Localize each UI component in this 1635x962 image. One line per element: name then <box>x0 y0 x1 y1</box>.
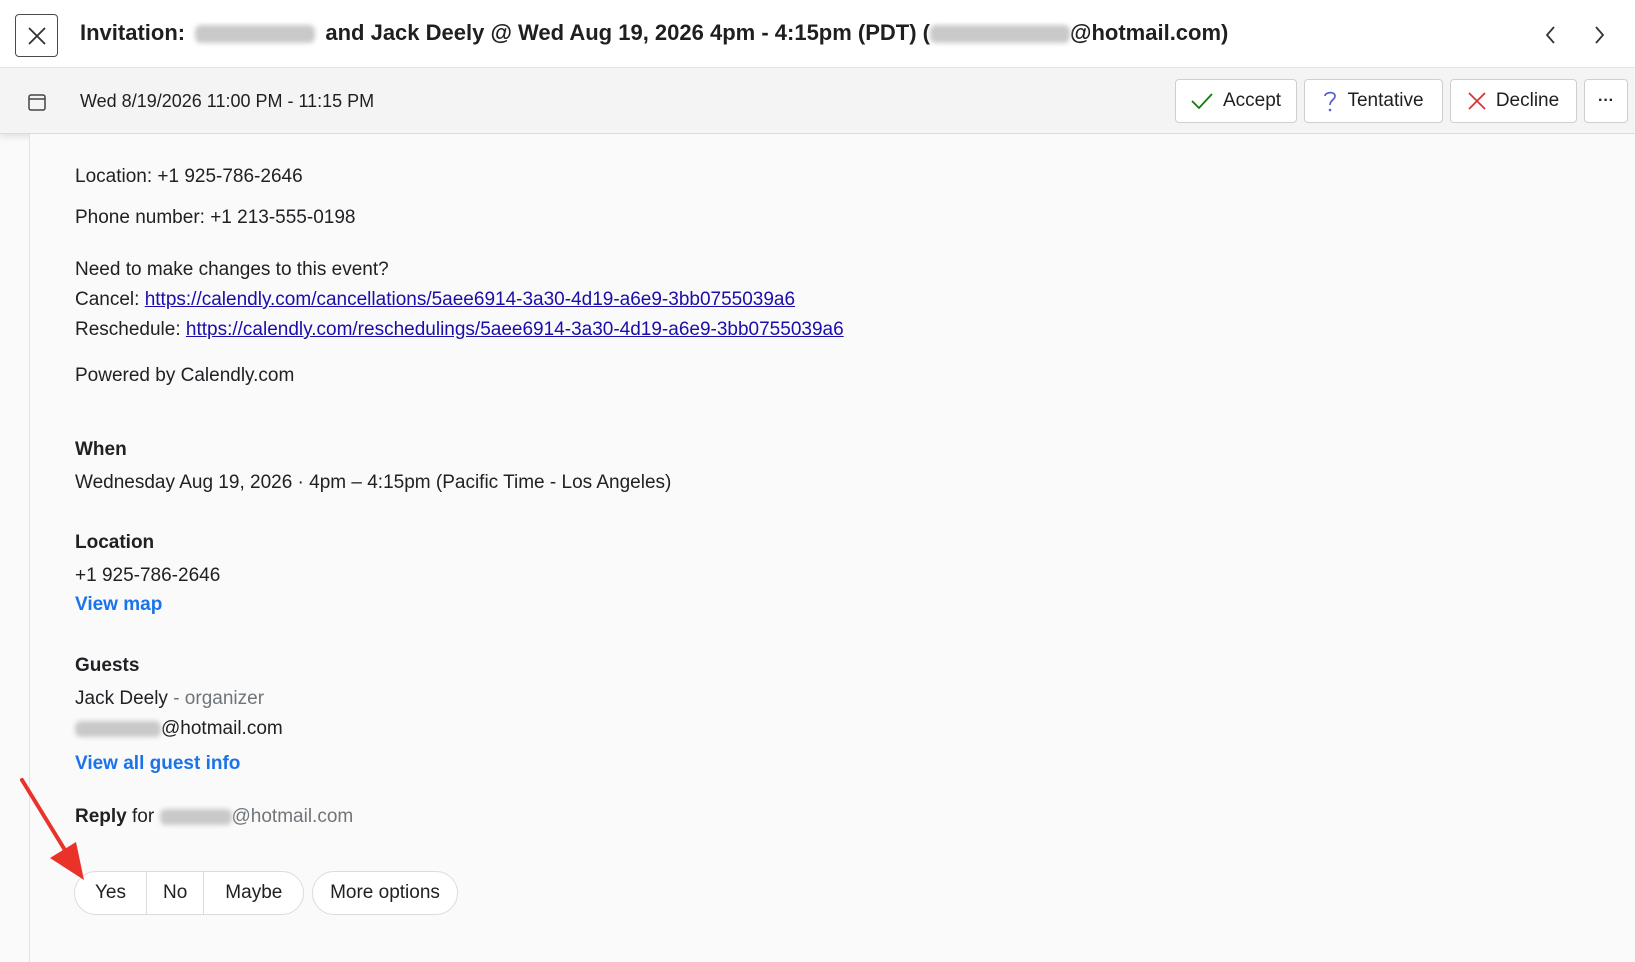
title-bar: Invitation: and Jack Deely @ Wed Aug 19,… <box>0 0 1635 68</box>
title-suffix: @hotmail.com) <box>1070 20 1229 45</box>
event-bar: Wed 8/19/2026 11:00 PM - 11:15 PM Accept… <box>0 68 1635 134</box>
chevron-right-icon <box>1595 26 1605 44</box>
view-map-link[interactable]: View map <box>75 594 162 616</box>
reschedule-link[interactable]: https://calendly.com/reschedulings/5aee6… <box>186 319 844 340</box>
next-button[interactable] <box>1584 20 1614 50</box>
decline-label: Decline <box>1495 90 1560 111</box>
cancel-label: Cancel: <box>75 289 140 310</box>
message-body: Location: +1 925-786-2646 Phone number: … <box>29 134 1635 962</box>
event-time: Wed 8/19/2026 11:00 PM - 11:15 PM <box>80 91 375 111</box>
accept-button[interactable]: Accept <box>1175 79 1297 123</box>
location-heading: Location <box>75 532 155 553</box>
location-value: +1 925-786-2646 <box>75 565 221 586</box>
reply-yes-button[interactable]: Yes <box>75 872 147 914</box>
redacted-name <box>195 25 316 44</box>
changes-question: Need to make changes to this event? <box>75 259 389 280</box>
organizer-name: Jack Deely <box>75 688 168 709</box>
reply-label: Reply <box>75 806 127 827</box>
checkmark-icon <box>1191 93 1213 110</box>
previous-button[interactable] <box>1536 20 1566 50</box>
redacted-email <box>930 25 1071 44</box>
phone-line: Phone number: +1 213-555-0198 <box>75 207 356 228</box>
x-icon <box>1468 92 1486 110</box>
reply-for: for <box>132 806 155 827</box>
when-heading: When <box>75 439 127 460</box>
title-middle: and Jack Deely @ Wed Aug 19, 2026 4pm - … <box>325 20 931 45</box>
view-all-guest-info-link[interactable]: View all guest info <box>75 753 240 775</box>
redacted-guest-email <box>75 720 161 737</box>
invitation-title: Invitation: and Jack Deely @ Wed Aug 19,… <box>80 20 1228 46</box>
location-line: Location: +1 925-786-2646 <box>75 166 303 187</box>
calendar-icon <box>28 94 46 111</box>
reply-no-button[interactable]: No <box>147 872 205 914</box>
reply-maybe-button[interactable]: Maybe <box>204 872 303 914</box>
cancel-link[interactable]: https://calendly.com/cancellations/5aee6… <box>145 289 795 310</box>
guest-email-suffix: @hotmail.com <box>161 718 283 739</box>
close-button[interactable] <box>15 14 58 57</box>
organizer-role: - organizer <box>173 688 265 709</box>
reschedule-line: Reschedule: https://calendly.com/resched… <box>75 319 844 341</box>
more-actions-button[interactable]: ··· <box>1584 79 1628 123</box>
tentative-button[interactable]: Tentative <box>1304 79 1443 123</box>
more-icon: ··· <box>1598 92 1614 109</box>
close-icon <box>27 26 46 45</box>
cancel-line: Cancel: https://calendly.com/cancellatio… <box>75 289 795 311</box>
decline-button[interactable]: Decline <box>1450 79 1577 123</box>
reply-button-group: Yes No Maybe <box>74 871 305 915</box>
redacted-reply-email <box>159 808 232 825</box>
reschedule-label: Reschedule: <box>75 319 181 340</box>
more-options-button[interactable]: More options <box>312 871 458 915</box>
question-icon <box>1324 91 1337 112</box>
chevron-left-icon <box>1545 26 1555 44</box>
guest-email-line: @hotmail.com <box>75 718 283 740</box>
organizer-line: Jack Deely - organizer <box>75 688 264 710</box>
powered-by: Powered by Calendly.com <box>75 365 295 386</box>
tentative-label: Tentative <box>1347 90 1424 111</box>
guests-heading: Guests <box>75 655 140 676</box>
accept-label: Accept <box>1222 90 1282 111</box>
reply-line: Reply for @hotmail.com <box>75 806 353 828</box>
when-value: Wednesday Aug 19, 2026 · 4pm – 4:15pm (P… <box>75 472 672 493</box>
reply-email-suffix: @hotmail.com <box>231 806 354 827</box>
title-prefix: Invitation: <box>80 20 186 45</box>
